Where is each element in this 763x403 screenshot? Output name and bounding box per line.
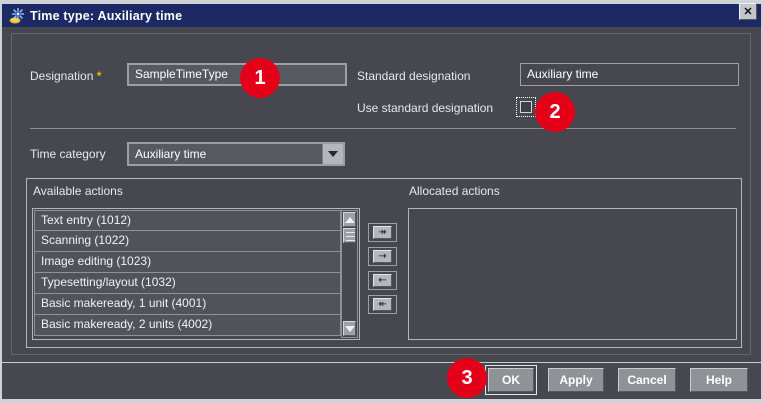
list-item[interactable]: Text entry (1012): [34, 210, 341, 231]
close-button[interactable]: ✕: [739, 3, 757, 20]
apply-button[interactable]: Apply: [548, 368, 604, 392]
dialog-body: Designation * SampleTimeType Standard de…: [2, 27, 761, 399]
transfer-buttons: ↠ → ← ↞: [368, 223, 397, 314]
list-item[interactable]: Basic makeready, 1 unit (4001): [34, 294, 341, 315]
ok-button[interactable]: OK: [485, 365, 537, 395]
help-button[interactable]: Help: [690, 368, 748, 392]
scroll-up-button[interactable]: [343, 212, 356, 227]
standard-designation-label: Standard designation: [357, 69, 471, 83]
list-item[interactable]: Image editing (1023): [34, 252, 341, 273]
annotation-badge-3: 3: [447, 358, 487, 398]
chevron-down-icon: [328, 151, 338, 157]
footer-button-bar: OK Apply Cancel Help: [485, 365, 748, 395]
dropdown-arrow-button[interactable]: [322, 144, 343, 164]
move-right-button[interactable]: →: [373, 250, 392, 263]
designation-label: Designation *: [30, 69, 102, 83]
list-item[interactable]: Typesetting/layout (1032): [34, 273, 341, 294]
section-divider: [30, 128, 736, 129]
available-actions-rows: Text entry (1012) Scanning (1022) Image ed…: [34, 210, 341, 336]
page-title: Time type: Auxiliary time: [30, 8, 183, 23]
list-item[interactable]: Basic makeready, 2 units (4002): [34, 315, 341, 336]
checkbox-box-icon: [520, 101, 532, 113]
allocated-actions-list[interactable]: [408, 208, 737, 340]
use-standard-designation-label: Use standard designation: [357, 101, 494, 115]
move-left-button[interactable]: ←: [373, 274, 392, 287]
use-standard-designation-checkbox[interactable]: [516, 97, 536, 117]
arrow-up-icon: [344, 216, 355, 223]
cancel-button[interactable]: Cancel: [618, 368, 676, 392]
dialog-window: Time type: Auxiliary time ✕ Designation …: [0, 0, 763, 403]
designation-input[interactable]: SampleTimeType: [127, 63, 347, 86]
scrollbar[interactable]: [341, 210, 358, 338]
title-bar: Time type: Auxiliary time: [2, 4, 761, 27]
scroll-down-button[interactable]: [343, 321, 356, 336]
list-item[interactable]: Scanning (1022): [34, 231, 341, 252]
required-asterisk: *: [96, 69, 102, 83]
close-icon: ✕: [743, 6, 753, 18]
time-category-dropdown[interactable]: Auxiliary time: [127, 142, 345, 166]
allocated-actions-label: Allocated actions: [409, 184, 500, 198]
available-actions-list: Text entry (1012) Scanning (1022) Image ed…: [32, 208, 360, 340]
time-category-label: Time category: [30, 147, 106, 161]
move-all-left-button[interactable]: ↞: [373, 298, 392, 311]
annotation-badge-2: 2: [535, 92, 575, 132]
arrow-down-icon: [344, 325, 355, 332]
annotation-badge-1: 1: [240, 58, 280, 98]
time-type-icon: [9, 8, 24, 24]
footer-divider: [2, 362, 761, 363]
standard-designation-input[interactable]: Auxiliary time: [520, 63, 739, 86]
available-actions-label: Available actions: [33, 184, 123, 198]
scroll-thumb[interactable]: [343, 228, 356, 243]
move-all-right-button[interactable]: ↠: [373, 226, 392, 239]
